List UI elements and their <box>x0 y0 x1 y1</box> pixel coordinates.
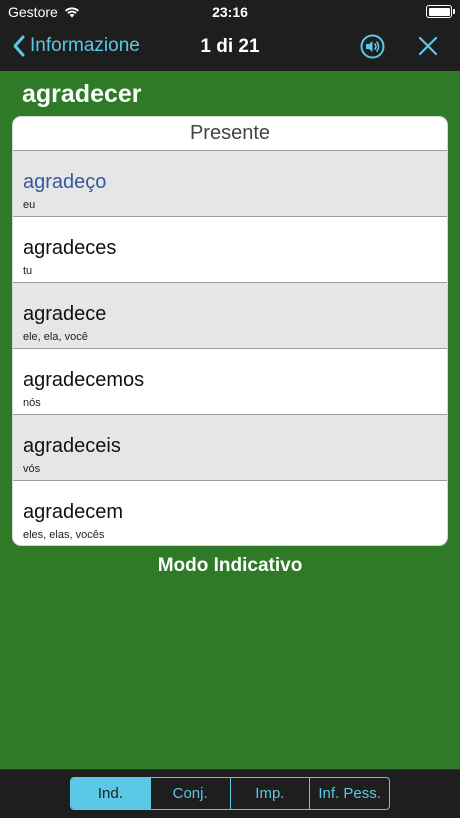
conjugation-row[interactable]: agradece ele, ela, você <box>13 283 447 349</box>
tab-indicativo[interactable]: Ind. <box>71 778 151 809</box>
mode-segmented-control: Ind. Conj. Imp. Inf. Pess. <box>70 777 390 810</box>
verb-form: agradece <box>23 303 107 325</box>
tab-conjuntivo[interactable]: Conj. <box>151 778 231 809</box>
tense-header: Presente <box>13 117 447 151</box>
conjugation-card: Presente agradeço eu agradeces tu agrade… <box>12 116 448 546</box>
verb-form: agradeceis <box>23 435 121 457</box>
status-bar: Gestore 23:16 <box>0 0 460 24</box>
verb-form: agradeço <box>23 171 107 193</box>
verb-form: agradeces <box>23 237 117 259</box>
battery-icon <box>426 5 455 18</box>
conjugation-row[interactable]: agradeceis vós <box>13 415 447 481</box>
conjugation-row[interactable]: agradeces tu <box>13 217 447 283</box>
pronoun-label: nós <box>23 397 41 409</box>
conjugation-row[interactable]: agradecemos nós <box>13 349 447 415</box>
back-label: Informazione <box>30 35 140 56</box>
verb-form: agradecemos <box>23 369 145 391</box>
pronoun-label: ele, ela, você <box>23 331 88 343</box>
chevron-left-icon <box>13 35 25 57</box>
back-button[interactable]: Informazione <box>12 34 140 58</box>
nav-bar: Informazione 1 di 21 <box>0 24 460 71</box>
tab-infinitivo-pessoal[interactable]: Inf. Pess. <box>310 778 389 809</box>
speaker-icon[interactable] <box>360 34 385 59</box>
verb-title: agradecer <box>22 80 142 108</box>
tab-bar: Ind. Conj. Imp. Inf. Pess. <box>0 769 460 818</box>
conjugation-row[interactable]: agradecem eles, elas, vocês <box>13 481 447 545</box>
pronoun-label: tu <box>23 265 33 277</box>
tab-imperativo[interactable]: Imp. <box>231 778 311 809</box>
conjugation-row[interactable]: agradeço eu <box>13 151 447 217</box>
status-time: 23:16 <box>212 4 248 20</box>
pronoun-label: eu <box>23 199 36 211</box>
mode-label: Modo Indicativo <box>157 555 303 576</box>
pronoun-label: vós <box>23 463 41 475</box>
pronoun-label: eles, elas, vocês <box>23 529 105 541</box>
close-icon[interactable] <box>417 35 439 57</box>
verb-form: agradecem <box>23 501 124 523</box>
